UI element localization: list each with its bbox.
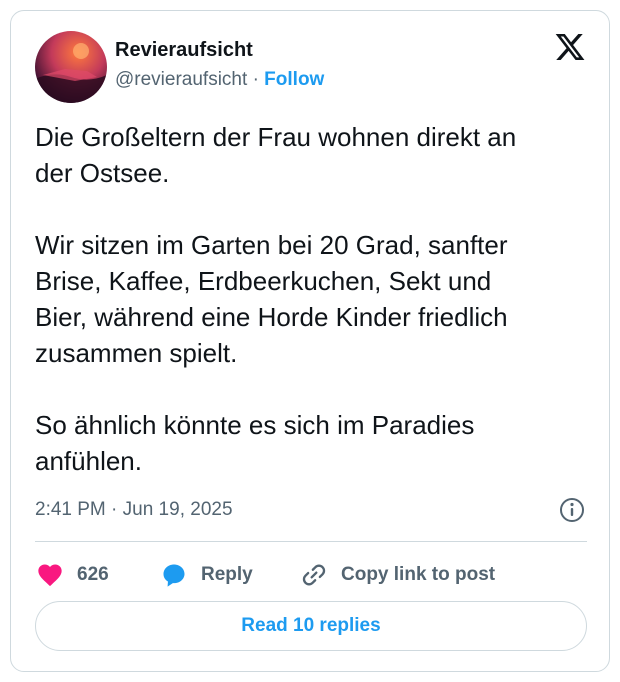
like-count: 626 bbox=[77, 564, 109, 585]
tweet-card: Revieraufsicht @revieraufsicht · Follow … bbox=[10, 10, 610, 672]
like-button[interactable]: 626 bbox=[35, 555, 109, 595]
tweet-meta: 2:41 PM · Jun 19, 2025 bbox=[35, 495, 587, 527]
tweet-header: Revieraufsicht @revieraufsicht · Follow bbox=[35, 31, 587, 103]
copy-link-button[interactable]: Copy link to post bbox=[299, 555, 495, 595]
avatar[interactable] bbox=[35, 31, 107, 103]
x-logo-icon[interactable] bbox=[553, 31, 587, 63]
reply-button[interactable]: Reply bbox=[159, 555, 253, 595]
handle-row: @revieraufsicht · Follow bbox=[115, 69, 324, 91]
follow-button[interactable]: Follow bbox=[264, 69, 324, 90]
heart-icon bbox=[38, 564, 62, 587]
display-name[interactable]: Revieraufsicht bbox=[115, 39, 253, 62]
divider bbox=[35, 541, 587, 542]
speech-bubble-icon bbox=[163, 564, 185, 587]
separator: · bbox=[252, 69, 259, 90]
read-replies-button[interactable]: Read 10 replies bbox=[35, 601, 587, 651]
link-icon bbox=[302, 564, 326, 586]
handle[interactable]: @revieraufsicht bbox=[115, 69, 247, 90]
tweet-text: Die Großeltern der Frau wohnen direkt an… bbox=[35, 122, 517, 476]
copy-link-label: Copy link to post bbox=[341, 564, 496, 585]
info-icon[interactable] bbox=[557, 495, 587, 525]
reply-label: Reply bbox=[201, 564, 253, 585]
timestamp[interactable]: 2:41 PM · Jun 19, 2025 bbox=[35, 499, 233, 521]
action-bar: 626 Reply Copy link to post bbox=[35, 555, 587, 595]
